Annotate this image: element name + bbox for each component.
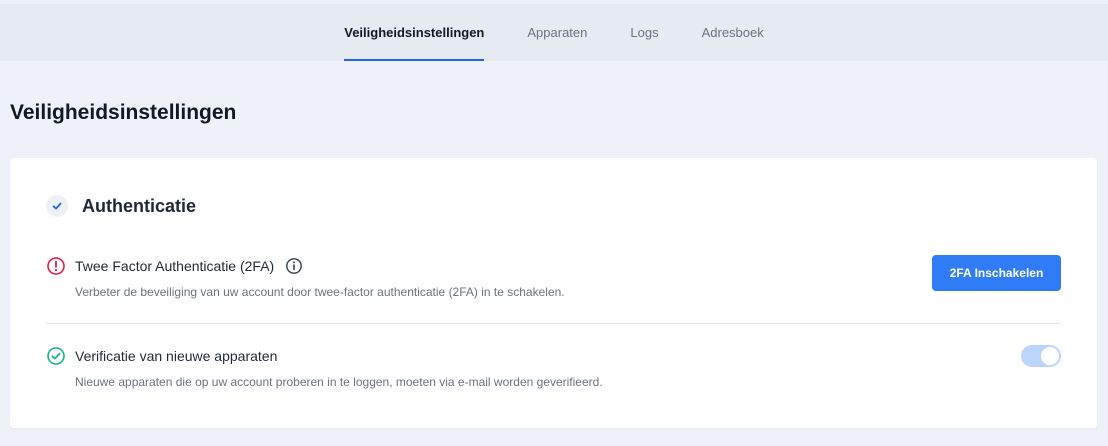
section-title: Authenticatie <box>82 195 197 216</box>
section-header: Authenticatie <box>46 195 196 217</box>
enable-2fa-button[interactable]: 2FA Inschakelen <box>932 255 1061 291</box>
check-circle-icon <box>46 346 66 366</box>
check-icon <box>46 195 68 217</box>
alert-circle-icon <box>46 256 66 276</box>
setting-description-device-verification: Nieuwe apparaten die op uw account probe… <box>75 375 603 389</box>
setting-description-2fa: Verbeter de beveiliging van uw account d… <box>75 285 565 299</box>
device-verification-toggle[interactable] <box>1021 345 1061 367</box>
tab-logs[interactable]: Logs <box>630 4 658 61</box>
authentication-card: Authenticatie Twee Factor Authenticatie … <box>10 158 1097 428</box>
tab-veiligheidsinstellingen[interactable]: Veiligheidsinstellingen <box>344 4 485 61</box>
page-title: Veiligheidsinstellingen <box>10 101 237 124</box>
top-navigation: Veiligheidsinstellingen Apparaten Logs A… <box>0 4 1108 61</box>
divider <box>46 323 1061 324</box>
tab-adresboek[interactable]: Adresboek <box>702 4 764 61</box>
setting-title-2fa: Twee Factor Authenticatie (2FA) <box>75 258 275 274</box>
toggle-knob <box>1041 347 1059 365</box>
setting-row-device-verification: Verificatie van nieuwe apparaten Nieuwe … <box>46 345 1061 389</box>
tab-list: Veiligheidsinstellingen Apparaten Logs A… <box>344 4 764 61</box>
info-icon[interactable] <box>285 257 303 275</box>
tab-apparaten[interactable]: Apparaten <box>527 4 587 61</box>
setting-title-device-verification: Verificatie van nieuwe apparaten <box>75 348 278 364</box>
setting-row-2fa: Twee Factor Authenticatie (2FA) Verbeter… <box>46 255 1061 299</box>
